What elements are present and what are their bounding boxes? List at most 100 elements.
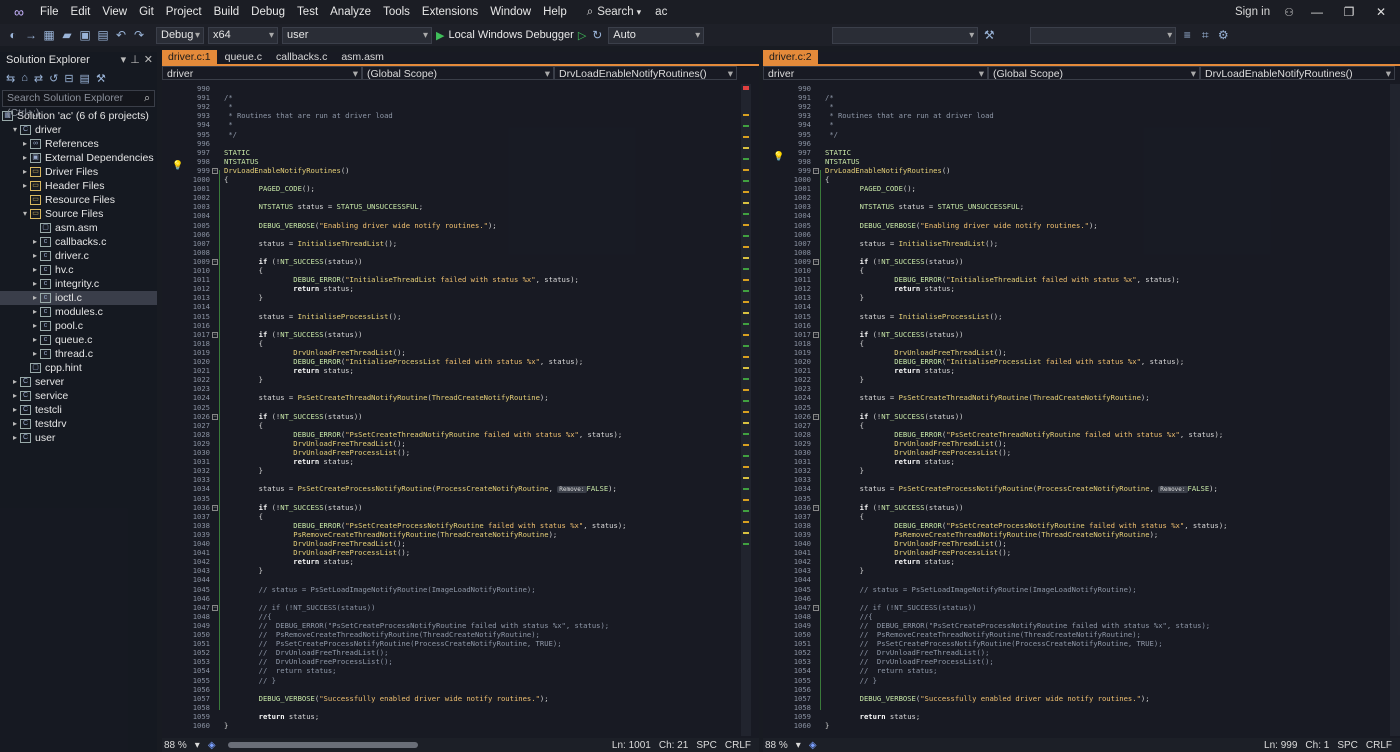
visual-studio-logo-icon[interactable]: ∞ bbox=[8, 3, 30, 21]
code-line[interactable]: 1051 // PsSetCreateProcessNotifyRoutine(… bbox=[162, 639, 759, 648]
vertical-scrollbar-right[interactable] bbox=[1390, 84, 1400, 736]
code-line[interactable]: 1034 status = PsSetCreateProcessNotifyRo… bbox=[763, 484, 1400, 494]
code-line[interactable]: 1045 // status = PsSetLoadImageNotifyRou… bbox=[162, 585, 759, 594]
code-line[interactable]: 1046 bbox=[763, 594, 1400, 603]
zoom-level[interactable]: 88 % bbox=[765, 740, 788, 751]
run-mode-select[interactable]: Auto bbox=[608, 26, 705, 44]
code-line[interactable]: 1020 DEBUG_ERROR("InitialiseProcessList … bbox=[162, 357, 759, 366]
code-line[interactable]: 1047 // if (!NT_SUCCESS(status)) bbox=[162, 603, 759, 612]
code-editor-right[interactable]: 990 991/* 992 * 993 * Routines that are run… bbox=[763, 84, 1400, 736]
tree-item-integrity-c[interactable]: ▸ c integrity.c bbox=[0, 277, 157, 291]
code-line[interactable]: 1052 // DrvUnloadFreeThreadList(); bbox=[162, 648, 759, 657]
save-icon[interactable]: ▣ bbox=[78, 28, 92, 42]
code-line[interactable]: 990 bbox=[763, 84, 1400, 93]
menu-item-git[interactable]: Git bbox=[133, 0, 160, 24]
code-line[interactable]: 1002 bbox=[162, 193, 759, 202]
code-line[interactable]: 1039 PsRemoveCreateThreadNotifyRoutine(T… bbox=[763, 530, 1400, 539]
collapsed-arrow-icon[interactable]: ▸ bbox=[30, 235, 40, 249]
startup-project-select[interactable]: user bbox=[282, 26, 432, 44]
collapsed-arrow-icon[interactable]: ▸ bbox=[10, 389, 20, 403]
collapsed-arrow-icon[interactable]: ▸ bbox=[30, 277, 40, 291]
collapsed-arrow-icon[interactable]: ▸ bbox=[10, 403, 20, 417]
collapsed-arrow-icon[interactable]: ▸ bbox=[30, 291, 40, 305]
restore-button[interactable]: ❐ bbox=[1340, 5, 1358, 19]
menu-item-view[interactable]: View bbox=[96, 0, 133, 24]
fold-marker-icon[interactable]: − bbox=[813, 331, 819, 338]
platform-select[interactable]: x64 bbox=[208, 26, 278, 44]
code-line[interactable]: 1019 DrvUnloadFreeThreadList(); bbox=[763, 348, 1400, 357]
code-line[interactable]: 1050 // PsRemoveCreateThreadNotifyRoutin… bbox=[162, 630, 759, 639]
collapsed-arrow-icon[interactable]: ▸ bbox=[30, 249, 40, 263]
code-line[interactable]: 1040 DrvUnloadFreeThreadList(); bbox=[763, 539, 1400, 548]
code-line[interactable]: 1022 } bbox=[162, 375, 759, 384]
code-line[interactable]: 1038 DEBUG_ERROR("PsSetCreateProcessNoti… bbox=[162, 521, 759, 530]
code-line[interactable]: 990 bbox=[162, 84, 759, 93]
code-line[interactable]: 1001 PAGED_CODE(); bbox=[162, 184, 759, 193]
fold-marker-icon[interactable]: − bbox=[813, 413, 819, 420]
code-line[interactable]: 1004 bbox=[763, 211, 1400, 220]
code-line[interactable]: 1027 { bbox=[162, 421, 759, 430]
tab-asm-asm[interactable]: asm.asm bbox=[335, 50, 390, 64]
configuration-select[interactable]: Debug bbox=[156, 26, 204, 44]
fold-marker-icon[interactable]: − bbox=[212, 167, 218, 174]
tree-item-cpp-hint[interactable]: ▢ cpp.hint bbox=[0, 361, 157, 375]
collapsed-arrow-icon[interactable]: ▸ bbox=[30, 347, 40, 361]
menu-item-project[interactable]: Project bbox=[160, 0, 208, 24]
back-icon[interactable]: ◐ bbox=[6, 28, 20, 42]
fold-marker-icon[interactable]: − bbox=[813, 258, 819, 265]
code-line[interactable]: 1010 { bbox=[162, 266, 759, 275]
horizontal-scrollbar-left[interactable] bbox=[227, 742, 418, 748]
fold-marker-icon[interactable]: − bbox=[813, 167, 819, 174]
fold-marker-icon[interactable]: − bbox=[212, 258, 218, 265]
code-line[interactable]: 1025 bbox=[162, 403, 759, 412]
code-line[interactable]: 1055 // } bbox=[162, 676, 759, 685]
menu-item-test[interactable]: Test bbox=[291, 0, 324, 24]
menu-item-help[interactable]: Help bbox=[537, 0, 573, 24]
code-line[interactable]: 1042 return status; bbox=[763, 557, 1400, 566]
code-line[interactable]: 1026 if (!NT_SUCCESS(status)) bbox=[763, 412, 1400, 421]
code-line[interactable]: 1018 { bbox=[763, 339, 1400, 348]
pin-icon[interactable]: ⊥ bbox=[130, 52, 140, 68]
code-line[interactable]: 1042 return status; bbox=[162, 557, 759, 566]
close-icon[interactable]: ✕ bbox=[144, 52, 153, 68]
code-line[interactable]: 1028 DEBUG_ERROR("PsSetCreateThreadNotif… bbox=[763, 430, 1400, 439]
code-line[interactable]: 1005 DEBUG_VERBOSE("Enabling driver wide… bbox=[162, 221, 759, 230]
code-line[interactable]: 1037 { bbox=[162, 512, 759, 521]
tree-item-source-files[interactable]: ▾ ▭ Source Files bbox=[0, 207, 157, 221]
code-line[interactable]: 1029 DrvUnloadFreeThreadList(); bbox=[763, 439, 1400, 448]
code-line[interactable]: 1033 bbox=[162, 475, 759, 484]
code-line[interactable]: 997 STATIC bbox=[162, 148, 759, 157]
code-line[interactable]: 1000 { bbox=[763, 175, 1400, 184]
nav-function-select[interactable]: DrvLoadEnableNotifyRoutines() bbox=[554, 66, 737, 80]
search-box[interactable]: ⌕ Search ▾ bbox=[587, 6, 641, 19]
collapsed-arrow-icon[interactable]: ▸ bbox=[30, 333, 40, 347]
code-line[interactable]: 1024 status = PsSetCreateThreadNotifyRou… bbox=[763, 393, 1400, 402]
code-line[interactable]: 1004 bbox=[162, 211, 759, 220]
tab-callbacks-c[interactable]: callbacks.c bbox=[270, 50, 333, 64]
code-line[interactable]: 1050 // PsRemoveCreateThreadNotifyRoutin… bbox=[763, 630, 1400, 639]
menu-item-debug[interactable]: Debug bbox=[245, 0, 291, 24]
code-line[interactable]: 1038 DEBUG_ERROR("PsSetCreateProcessNoti… bbox=[763, 521, 1400, 530]
code-line[interactable]: 1009 if (!NT_SUCCESS(status)) bbox=[763, 257, 1400, 266]
code-line[interactable]: 992 * bbox=[162, 102, 759, 111]
code-line[interactable]: 994 * bbox=[763, 120, 1400, 129]
code-line[interactable]: 1008 bbox=[162, 248, 759, 257]
line-indicator[interactable]: Ln: 1001 bbox=[612, 740, 651, 751]
undo-icon[interactable]: ↶ bbox=[114, 28, 128, 42]
code-line[interactable]: 1049 // DEBUG_ERROR("PsSetCreateProcessN… bbox=[763, 621, 1400, 630]
code-line[interactable]: 1053 // DrvUnloadFreeProcessList(); bbox=[162, 657, 759, 666]
code-line[interactable]: 1056 bbox=[162, 685, 759, 694]
tab-queue-c[interactable]: queue.c bbox=[219, 50, 268, 64]
code-line[interactable]: 1057 DEBUG_VERBOSE("Successfully enabled… bbox=[162, 694, 759, 703]
tree-item-asm-asm[interactable]: ▢ asm.asm bbox=[0, 221, 157, 235]
code-line[interactable]: 1028 DEBUG_ERROR("PsSetCreateThreadNotif… bbox=[162, 430, 759, 439]
whitespace-indicator[interactable]: SPC bbox=[1337, 740, 1358, 751]
collapsed-arrow-icon[interactable]: ▸ bbox=[30, 305, 40, 319]
code-line[interactable]: 1044 bbox=[162, 575, 759, 584]
tree-item-driver-c[interactable]: ▸ c driver.c bbox=[0, 249, 157, 263]
tree-item-modules-c[interactable]: ▸ c modules.c bbox=[0, 305, 157, 319]
tree-item-hv-c[interactable]: ▸ c hv.c bbox=[0, 263, 157, 277]
collapsed-arrow-icon[interactable]: ▸ bbox=[20, 179, 30, 193]
collapsed-arrow-icon[interactable]: ▸ bbox=[20, 151, 30, 165]
code-line[interactable]: 1009 if (!NT_SUCCESS(status)) bbox=[162, 257, 759, 266]
